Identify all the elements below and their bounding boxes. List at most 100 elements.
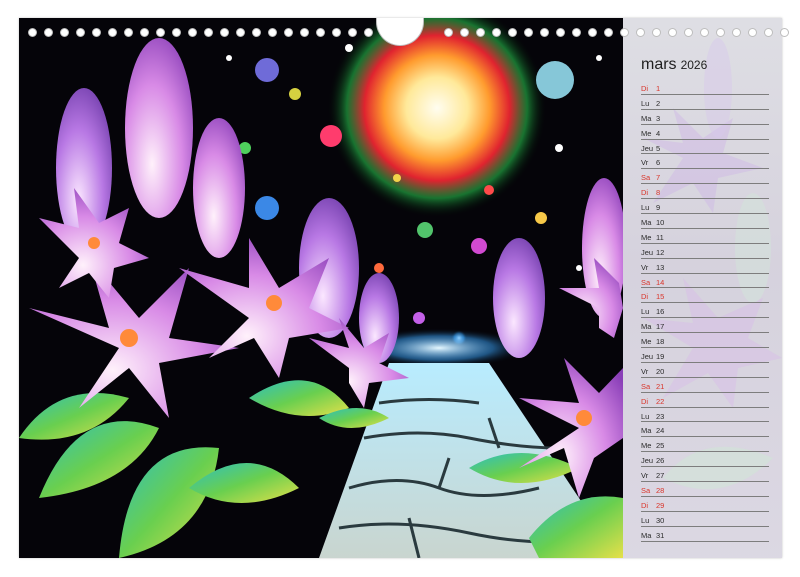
day-row: Sa 14 <box>641 274 769 289</box>
binding-hole <box>540 28 549 37</box>
day-number: 3 <box>656 113 661 123</box>
weekday-label: Jeu <box>641 456 654 466</box>
day-number: 17 <box>656 322 665 332</box>
day-row: Di 15 <box>641 288 769 304</box>
binding-hole <box>668 28 677 37</box>
binding-hole <box>636 28 645 37</box>
day-number: 10 <box>656 218 665 228</box>
day-number: 15 <box>656 292 665 302</box>
binding-hole <box>60 28 69 37</box>
day-row: Vr 6 <box>641 154 769 170</box>
day-row: Ma 10 <box>641 214 769 229</box>
day-number: 31 <box>656 530 665 540</box>
day-number: 1 <box>656 84 661 93</box>
weekday-label: Vr <box>641 262 649 272</box>
day-number: 6 <box>656 158 661 168</box>
day-row: Di 29 <box>641 497 769 512</box>
binding-hole <box>588 28 597 37</box>
weekday-label: Lu <box>641 411 650 421</box>
weekday-label: Vr <box>641 158 649 168</box>
binding-hole <box>252 28 261 37</box>
binding-hole <box>204 28 213 37</box>
day-number: 19 <box>656 352 665 362</box>
weekday-label: Vr <box>641 366 649 376</box>
binding-hole <box>732 28 741 37</box>
binding-hole <box>156 28 165 37</box>
day-row: Ma 17 <box>641 318 769 334</box>
day-row: Me 4 <box>641 125 769 140</box>
binding-hole <box>492 28 501 37</box>
binding-hole <box>316 28 325 37</box>
day-row: Me 18 <box>641 333 769 349</box>
binding-hole <box>92 28 101 37</box>
day-row: Jeu 19 <box>641 348 769 363</box>
weekday-label: Jeu <box>641 247 654 257</box>
day-number: 4 <box>656 128 661 138</box>
weekday-label: Me <box>641 128 652 138</box>
day-row: Jeu 5 <box>641 140 769 155</box>
binding-hole <box>508 28 517 37</box>
binding-hole <box>476 28 485 37</box>
binding-hole <box>780 28 789 37</box>
calendar-panel: mars 2026 Di 1 Lu 2 Ma 3 Me 4 Jeu 5 Vr 6 Sa 7 Di 8 Lu 9 Ma 1… <box>623 18 782 558</box>
day-number: 2 <box>656 98 661 108</box>
month-title: mars 2026 <box>641 56 707 74</box>
weekday-label: Vr <box>641 471 649 481</box>
day-row: Lu 9 <box>641 199 769 215</box>
binding-hole <box>300 28 309 37</box>
weekday-label: Di <box>641 292 649 302</box>
weekday-label: Di <box>641 500 649 510</box>
weekday-label: Ma <box>641 322 652 332</box>
day-number: 18 <box>656 337 665 347</box>
binding-hole <box>572 28 581 37</box>
binding-hole <box>332 28 341 37</box>
weekday-label: Lu <box>641 203 650 213</box>
weekday-label: Lu <box>641 515 650 525</box>
weekday-label: Me <box>641 232 652 242</box>
binding-hole <box>236 28 245 37</box>
day-number: 12 <box>656 247 665 257</box>
weekday-label: Di <box>641 396 649 406</box>
day-number: 11 <box>656 232 664 242</box>
binding-hole <box>284 28 293 37</box>
day-row: Vr 20 <box>641 363 769 378</box>
day-row: Di 22 <box>641 393 769 408</box>
day-row: Lu 2 <box>641 95 769 110</box>
day-row: Lu 16 <box>641 303 769 319</box>
day-number: 23 <box>656 411 665 421</box>
binding-hole <box>764 28 773 37</box>
binding-hole <box>716 28 725 37</box>
day-row: Ma 3 <box>641 110 769 125</box>
binding-hole <box>620 28 629 37</box>
day-number: 28 <box>656 486 665 496</box>
day-row: Lu 23 <box>641 408 769 423</box>
day-number: 20 <box>656 366 665 376</box>
day-row: Jeu 26 <box>641 452 769 468</box>
weekday-label: Ma <box>641 113 652 123</box>
day-number: 7 <box>656 173 661 183</box>
binding-hole <box>268 28 277 37</box>
weekday-label: Jeu <box>641 143 654 153</box>
day-row: Sa 21 <box>641 378 769 393</box>
month-name: mars <box>641 56 677 73</box>
day-row: Vr 27 <box>641 467 769 483</box>
day-number: 5 <box>656 143 661 153</box>
day-number: 27 <box>656 471 665 481</box>
day-number: 9 <box>656 203 661 213</box>
day-row: Ma 24 <box>641 422 769 438</box>
day-number: 14 <box>656 277 665 287</box>
day-number: 25 <box>656 441 665 451</box>
day-row: Di 8 <box>641 184 769 200</box>
day-number: 16 <box>656 307 665 317</box>
binding-hole <box>76 28 85 37</box>
weekday-label: Sa <box>641 486 651 496</box>
binding-hole <box>220 28 229 37</box>
day-number: 22 <box>656 396 665 406</box>
weekday-label: Di <box>641 188 649 198</box>
day-number: 30 <box>656 515 665 525</box>
day-row: Me 11 <box>641 229 769 244</box>
day-number: 13 <box>656 262 665 272</box>
day-row: Ma 31 <box>641 527 769 542</box>
binding-hole <box>44 28 53 37</box>
weekday-label: Di <box>641 84 649 93</box>
